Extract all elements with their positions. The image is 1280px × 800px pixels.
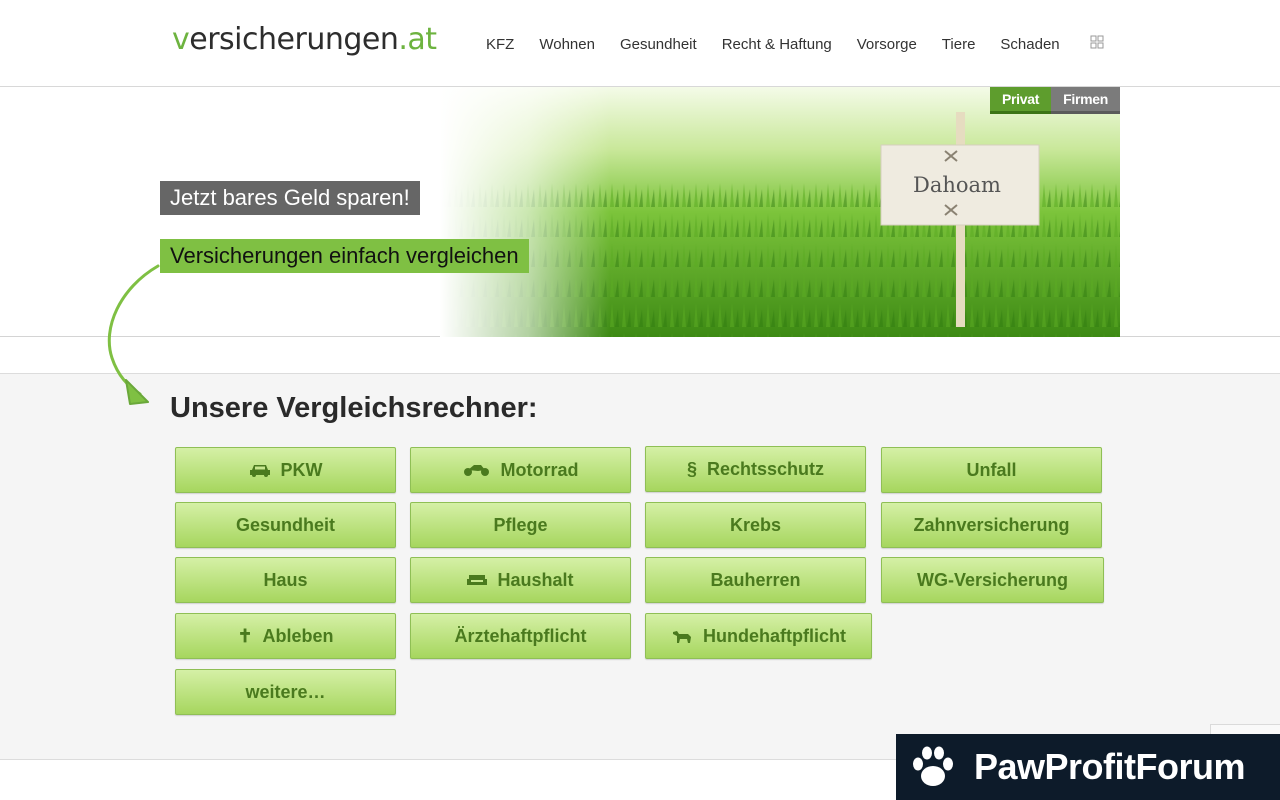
site-header: versicherungen.at KFZ Wohnen Gesundheit … bbox=[0, 0, 1280, 87]
calc-label-hundehaftpflicht: Hundehaftpflicht bbox=[703, 625, 846, 646]
logo-tld: .at bbox=[398, 22, 437, 57]
nav-item-recht-haftung[interactable]: Recht & Haftung bbox=[722, 36, 832, 53]
calc-button-hundehaftpflicht[interactable]: Hundehaftpflicht bbox=[645, 613, 872, 659]
car-icon bbox=[249, 465, 270, 477]
calc-label-krebs: Krebs bbox=[729, 514, 782, 535]
calc-button-aerztehaftpflicht[interactable]: Ärztehaftpflicht bbox=[410, 613, 631, 659]
motorcycle-icon bbox=[463, 465, 489, 476]
nav-item-tiere[interactable]: Tiere bbox=[942, 36, 976, 53]
calc-label-ableben: Ableben bbox=[262, 625, 334, 646]
calc-button-pflege[interactable]: Pflege bbox=[410, 502, 631, 548]
main-nav: KFZ Wohnen Gesundheit Recht & Haftung Vo… bbox=[486, 35, 1104, 53]
calc-label-pflege: Pflege bbox=[493, 514, 548, 535]
calc-label-haus: Haus bbox=[263, 569, 308, 590]
calc-label-wg-versicherung: WG-Versicherung bbox=[916, 569, 1069, 590]
calc-label-unfall: Unfall bbox=[966, 459, 1017, 480]
watermark-banner: PawProfitForum bbox=[896, 734, 1280, 800]
cross-icon: ✝ bbox=[237, 626, 253, 646]
calc-button-pkw[interactable]: PKW bbox=[175, 447, 396, 493]
calc-button-wg-versicherung[interactable]: WG-Versicherung bbox=[881, 557, 1104, 603]
calc-button-gesundheit[interactable]: Gesundheit bbox=[175, 502, 396, 548]
calc-button-ableben[interactable]: ✝ Ableben bbox=[175, 613, 396, 659]
nav-item-vorsorge[interactable]: Vorsorge bbox=[857, 36, 917, 53]
calc-button-weitere[interactable]: weitere… bbox=[175, 669, 396, 715]
dog-icon bbox=[673, 631, 691, 643]
site-logo[interactable]: versicherungen.at bbox=[172, 22, 437, 57]
calc-label-gesundheit: Gesundheit bbox=[235, 514, 335, 535]
section-title: Unsere Vergleichsrechner: bbox=[170, 392, 538, 424]
logo-main: ersicherungen bbox=[189, 22, 399, 57]
calc-button-motorrad[interactable]: Motorrad bbox=[410, 447, 631, 493]
grass-image: Dahoam bbox=[440, 87, 1120, 337]
calc-label-pkw: PKW bbox=[280, 459, 323, 480]
calc-label-weitere: weitere… bbox=[245, 681, 326, 702]
nav-item-gesundheit[interactable]: Gesundheit bbox=[620, 36, 697, 53]
calc-label-haushalt: Haushalt bbox=[497, 569, 574, 590]
logo-prefix: v bbox=[172, 22, 190, 57]
calc-button-zahnversicherung[interactable]: Zahnversicherung bbox=[881, 502, 1102, 548]
calc-label-zahnversicherung: Zahnversicherung bbox=[913, 514, 1070, 535]
sign-text: Dahoam bbox=[913, 173, 1001, 197]
tagline-save-money: Jetzt bares Geld sparen! bbox=[160, 181, 420, 215]
calc-button-bauherren[interactable]: Bauherren bbox=[645, 557, 866, 603]
calc-button-haushalt[interactable]: Haushalt bbox=[410, 557, 631, 603]
curved-arrow-icon bbox=[107, 264, 160, 405]
calc-button-haus[interactable]: Haus bbox=[175, 557, 396, 603]
nav-item-wohnen[interactable]: Wohnen bbox=[539, 36, 595, 53]
tab-firmen[interactable]: Firmen bbox=[1051, 87, 1121, 114]
calc-button-unfall[interactable]: Unfall bbox=[881, 447, 1102, 493]
calc-button-rechtsschutz[interactable]: § Rechtsschutz bbox=[645, 446, 866, 492]
calc-label-bauherren: Bauherren bbox=[710, 569, 801, 590]
watermark-text: PawProfitForum bbox=[974, 746, 1246, 787]
grid-icon[interactable] bbox=[1090, 35, 1104, 49]
audience-tabs: Privat Firmen bbox=[990, 87, 1121, 114]
calc-button-krebs[interactable]: Krebs bbox=[645, 502, 866, 548]
paragraph-icon: § bbox=[686, 459, 697, 479]
hero-separator bbox=[0, 337, 1280, 374]
tagline-compare: Versicherungen einfach vergleichen bbox=[160, 239, 529, 273]
calc-label-rechtsschutz: Rechtsschutz bbox=[706, 458, 825, 479]
calculators-section: Unsere Vergleichsrechner: PKW Motorrad §… bbox=[0, 374, 1280, 760]
nav-item-kfz[interactable]: KFZ bbox=[486, 36, 514, 53]
sofa-icon bbox=[467, 575, 488, 585]
nav-item-schaden[interactable]: Schaden bbox=[1000, 36, 1059, 53]
hero-banner: Dahoam Privat Firmen Jetzt bares Geld sp… bbox=[0, 87, 1280, 337]
calc-label-motorrad: Motorrad bbox=[500, 459, 579, 480]
paw-icon bbox=[913, 746, 953, 786]
calc-label-aerztehaftpflicht: Ärztehaftpflicht bbox=[454, 625, 587, 646]
tab-privat[interactable]: Privat bbox=[990, 87, 1052, 114]
